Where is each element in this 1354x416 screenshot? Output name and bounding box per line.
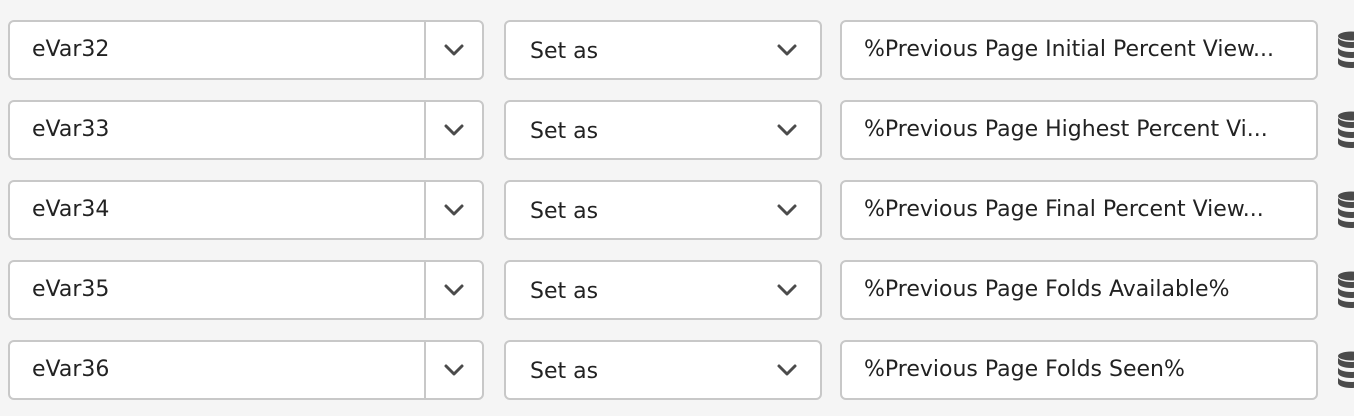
database-icon[interactable] <box>1336 190 1354 230</box>
variable-combobox[interactable]: eVar34 <box>8 180 484 240</box>
variable-combobox[interactable]: eVar36 <box>8 340 484 400</box>
value-field[interactable]: %Previous Page Initial Percent View... <box>840 20 1318 80</box>
mapping-row: eVar34 Set as %Previous Page Final Perce… <box>0 180 1354 244</box>
operator-select[interactable]: Set as <box>504 100 822 160</box>
mapping-row: eVar35 Set as %Previous Page Folds Avail… <box>0 260 1354 324</box>
operator-value: Set as <box>530 199 599 224</box>
value-field[interactable]: %Previous Page Final Percent View... <box>840 180 1318 240</box>
chevron-down-icon <box>777 284 797 296</box>
database-icon[interactable] <box>1336 350 1354 390</box>
variable-value[interactable]: eVar35 <box>32 262 109 318</box>
variable-value[interactable]: eVar32 <box>32 22 109 78</box>
mapping-row: eVar33 Set as %Previous Page Highest Per… <box>0 100 1354 164</box>
value-text: %Previous Page Initial Percent View... <box>864 37 1274 62</box>
value-text: %Previous Page Final Percent View... <box>864 197 1264 222</box>
variable-dropdown-button[interactable] <box>426 102 482 158</box>
operator-value: Set as <box>530 39 599 64</box>
chevron-down-icon <box>777 364 797 376</box>
variable-value[interactable]: eVar34 <box>32 182 109 238</box>
operator-select[interactable]: Set as <box>504 180 822 240</box>
variable-combobox[interactable]: eVar32 <box>8 20 484 80</box>
operator-value: Set as <box>530 359 599 384</box>
value-text: %Previous Page Highest Percent Vi... <box>864 117 1268 142</box>
chevron-down-icon <box>444 44 464 56</box>
mapping-row: eVar32 Set as %Previous Page Initial Per… <box>0 20 1354 84</box>
value-text: %Previous Page Folds Seen% <box>864 357 1185 382</box>
operator-value: Set as <box>530 119 599 144</box>
chevron-down-icon <box>444 204 464 216</box>
database-icon[interactable] <box>1336 270 1354 310</box>
variable-mapping-panel: eVar32 Set as %Previous Page Initial Per… <box>0 0 1354 416</box>
variable-dropdown-button[interactable] <box>426 262 482 318</box>
operator-value: Set as <box>530 279 599 304</box>
chevron-down-icon <box>444 284 464 296</box>
mapping-row-partial <box>0 0 1354 2</box>
variable-dropdown-button[interactable] <box>426 182 482 238</box>
operator-select[interactable]: Set as <box>504 260 822 320</box>
chevron-down-icon <box>777 204 797 216</box>
chevron-down-icon <box>777 44 797 56</box>
operator-select[interactable]: Set as <box>504 20 822 80</box>
variable-value[interactable]: eVar36 <box>32 342 109 398</box>
variable-dropdown-button[interactable] <box>426 22 482 78</box>
value-field[interactable]: %Previous Page Folds Available% <box>840 260 1318 320</box>
chevron-down-icon <box>444 124 464 136</box>
value-text: %Previous Page Folds Available% <box>864 277 1230 302</box>
database-icon[interactable] <box>1336 30 1354 70</box>
value-field[interactable]: %Previous Page Highest Percent Vi... <box>840 100 1318 160</box>
variable-combobox[interactable]: eVar35 <box>8 260 484 320</box>
chevron-down-icon <box>777 124 797 136</box>
value-field[interactable]: %Previous Page Folds Seen% <box>840 340 1318 400</box>
variable-value[interactable]: eVar33 <box>32 102 109 158</box>
mapping-row: eVar36 Set as %Previous Page Folds Seen% <box>0 340 1354 404</box>
operator-select[interactable]: Set as <box>504 340 822 400</box>
database-icon[interactable] <box>1336 110 1354 150</box>
variable-dropdown-button[interactable] <box>426 342 482 398</box>
chevron-down-icon <box>444 364 464 376</box>
variable-combobox[interactable]: eVar33 <box>8 100 484 160</box>
